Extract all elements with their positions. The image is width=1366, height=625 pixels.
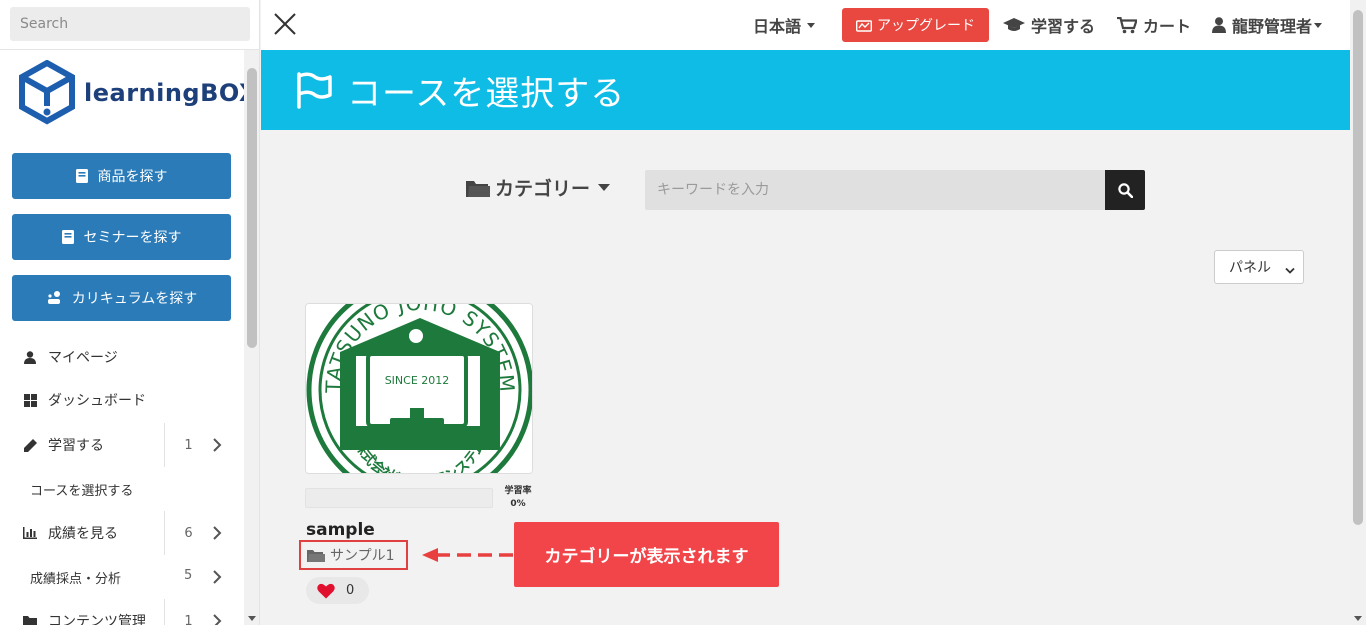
cart-nav-label: カート <box>1143 17 1192 36</box>
progress-label-block: 学習率 0% <box>497 485 539 511</box>
chevron-right-icon[interactable] <box>212 613 222 625</box>
keyword-input[interactable] <box>645 170 1105 210</box>
view-mode-select[interactable]: パネル <box>1214 250 1304 284</box>
cart-nav-link[interactable]: カート <box>1117 13 1191 37</box>
course-thumbnail[interactable]: TATSUNO JOHO SYSTEM 株式会社龍野情報システム SINCE 2… <box>305 303 533 474</box>
chevron-down-icon <box>1285 263 1295 279</box>
find-products-label: 商品を探す <box>97 169 168 185</box>
progress-caption: 学習率 <box>504 486 532 496</box>
close-sidebar-icon[interactable] <box>273 12 297 36</box>
caret-down-icon <box>1314 22 1323 28</box>
page-title: コースを選択する <box>347 73 626 114</box>
chevron-right-icon[interactable] <box>212 569 222 589</box>
find-curriculum-button[interactable]: カリキュラムを探す <box>12 275 231 321</box>
cart-icon <box>1117 16 1137 34</box>
user-menu-dropdown[interactable]: 龍野管理者 <box>1212 13 1323 37</box>
caret-down-icon <box>807 22 816 28</box>
upgrade-button[interactable]: アップグレード <box>842 8 989 42</box>
graduation-cap-icon <box>1003 18 1025 32</box>
top-navbar: 日本語 アップグレード 学習する カート 龍野管理者 <box>261 0 1350 50</box>
sidebar-subitem-select-course[interactable]: コースを選択する <box>30 480 133 499</box>
user-name-label: 龍野管理者 <box>1232 17 1313 36</box>
annotation-text: カテゴリーが表示されます <box>544 547 749 567</box>
folder-icon <box>307 548 325 562</box>
find-products-button[interactable]: 商品を探す <box>12 153 231 199</box>
tatsuno-joho-system-logo: TATSUNO JOHO SYSTEM 株式会社龍野情報システム SINCE 2… <box>306 304 532 473</box>
category-dropdown-label: カテゴリー <box>495 178 591 200</box>
like-count: 0 <box>346 583 355 598</box>
user-icon <box>1212 17 1226 33</box>
dashboard-icon <box>21 393 39 407</box>
keyword-search <box>645 170 1145 210</box>
caret-down-icon <box>598 184 611 191</box>
chart-icon <box>21 527 39 539</box>
progress-bar <box>305 488 493 508</box>
find-seminars-button[interactable]: セミナーを探す <box>12 214 231 260</box>
sidebar-scrollbar[interactable] <box>244 50 259 625</box>
sidebar-item-mypage[interactable]: マイページ <box>0 335 244 379</box>
sidebar: learningBOX 商品を探す セミナーを探す カリキュラムを探す マイペー… <box>0 0 260 625</box>
category-dropdown[interactable]: カテゴリー <box>466 174 611 201</box>
search-icon <box>1117 182 1133 198</box>
keyword-search-button[interactable] <box>1105 170 1145 210</box>
sidebar-item-learn[interactable]: 学習する 1 <box>0 423 244 467</box>
pencil-icon <box>21 438 39 452</box>
find-curriculum-label: カリキュラムを探す <box>71 291 198 307</box>
sidebar-item-count: 6 <box>164 511 212 555</box>
scroll-down-arrow-icon[interactable] <box>248 616 256 621</box>
main-scrollbar[interactable] <box>1350 0 1366 625</box>
sidebar-item-dashboard[interactable]: ダッシュボード <box>0 378 244 422</box>
page-header-banner: コースを選択する <box>261 50 1350 130</box>
logo-text: learningBOX <box>84 79 258 107</box>
progress-value: 0% <box>510 499 526 509</box>
sidebar-item-grades[interactable]: 成績を見る 6 <box>0 511 244 555</box>
chevron-right-icon[interactable] <box>212 437 222 457</box>
main-scrollbar-thumb[interactable] <box>1353 10 1363 525</box>
learningbox-logo[interactable]: learningBOX <box>18 60 258 126</box>
sidebar-search <box>0 0 259 50</box>
sidebar-item-label: ダッシュボード <box>48 393 146 409</box>
curriculum-icon <box>46 291 62 305</box>
learn-nav-link[interactable]: 学習する <box>1003 13 1095 37</box>
learn-nav-label: 学習する <box>1031 17 1096 36</box>
sidebar-item-count: 5 <box>184 568 193 583</box>
user-icon <box>21 350 39 364</box>
upgrade-label: アップグレード <box>877 18 975 34</box>
search-input[interactable] <box>10 7 250 41</box>
scroll-down-arrow-icon[interactable] <box>1354 616 1362 621</box>
upgrade-icon <box>856 19 872 32</box>
chevron-right-icon[interactable] <box>212 525 222 545</box>
view-mode-value: パネル <box>1229 260 1271 276</box>
folder-icon <box>466 178 490 198</box>
book-icon <box>61 230 74 244</box>
find-seminars-label: セミナーを探す <box>83 230 182 246</box>
like-button[interactable]: 0 <box>306 577 369 604</box>
course-category-label: サンプル1 <box>330 548 395 564</box>
heart-icon <box>317 583 335 599</box>
sidebar-subitem-grading-analysis[interactable]: 成績採点・分析 <box>30 568 121 587</box>
cube-logo-icon <box>19 60 75 125</box>
folder-icon <box>21 615 39 625</box>
annotation-callout: カテゴリーが表示されます <box>514 522 779 587</box>
flag-icon <box>295 71 333 109</box>
language-dropdown[interactable]: 日本語 <box>753 13 816 37</box>
course-title[interactable]: sample <box>306 520 375 540</box>
logo-since-text: SINCE 2012 <box>385 374 450 387</box>
sidebar-item-content-management[interactable]: コンテンツ管理 1 <box>0 599 244 625</box>
course-category-tag: サンプル1 <box>299 540 408 570</box>
sidebar-scrollbar-thumb[interactable] <box>247 68 257 348</box>
sidebar-item-label: マイページ <box>48 350 118 366</box>
language-label: 日本語 <box>753 17 802 36</box>
annotation-arrow-icon <box>420 546 516 568</box>
sidebar-item-count: 1 <box>164 423 212 467</box>
book-icon <box>75 169 88 183</box>
sidebar-item-count: 1 <box>164 599 212 625</box>
